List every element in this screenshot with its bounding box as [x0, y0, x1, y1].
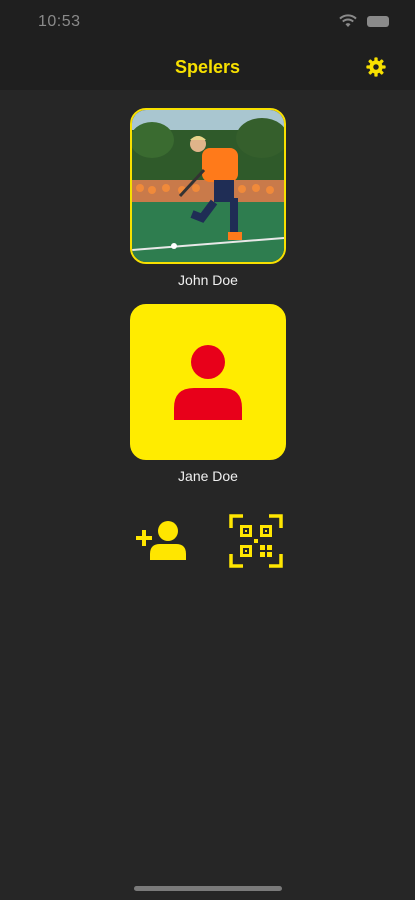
status-bar: 10:53	[0, 0, 415, 44]
player-card-jane[interactable]: Jane Doe	[130, 304, 286, 484]
page-title: Spelers	[174, 57, 241, 77]
status-icons	[339, 14, 389, 28]
player-name: John Doe	[178, 272, 238, 288]
person-icon	[174, 345, 242, 420]
battery-icon	[367, 15, 389, 27]
home-indicator	[134, 886, 282, 891]
player-photo	[130, 108, 286, 264]
qr-scan-icon[interactable]	[229, 514, 283, 568]
player-avatar	[130, 304, 286, 460]
add-person-icon[interactable]	[136, 518, 186, 562]
player-card-john[interactable]: John Doe	[130, 108, 286, 288]
gear-icon[interactable]	[365, 56, 387, 78]
wifi-icon	[339, 14, 357, 27]
hockey-player-photo	[132, 110, 284, 262]
nav-bar: Spelers	[0, 44, 415, 90]
player-name: Jane Doe	[178, 468, 238, 484]
status-time: 10:53	[38, 13, 81, 30]
